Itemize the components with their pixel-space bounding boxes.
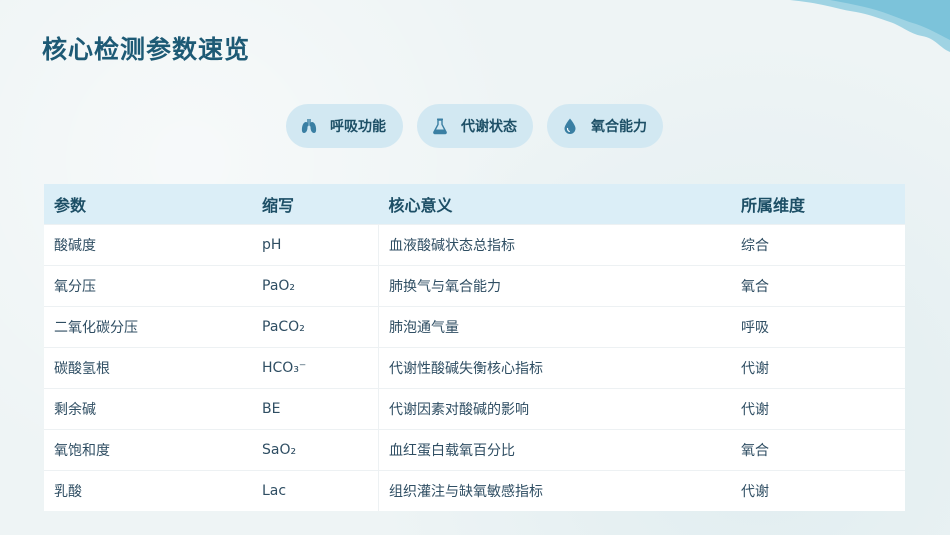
table-cell: 血红蛋白载氧百分比 bbox=[378, 429, 731, 471]
table-cell: 代谢因素对酸碱的影响 bbox=[378, 388, 731, 430]
table-row: 酸碱度 pH 血液酸碱状态总指标 综合 bbox=[44, 224, 905, 266]
table-cell: 氧合 bbox=[731, 265, 905, 307]
table-cell: PaCO₂ bbox=[252, 306, 379, 348]
category-pill-respiration[interactable]: 呼吸功能 bbox=[286, 104, 403, 148]
flask-icon bbox=[431, 117, 449, 135]
table-cell: 呼吸 bbox=[731, 306, 905, 348]
watercolor-wave-decoration bbox=[790, 0, 950, 52]
table-cell: HCO₃⁻ bbox=[252, 347, 379, 389]
table-cell: 氧合 bbox=[731, 429, 905, 471]
table-cell: 组织灌注与缺氧敏感指标 bbox=[378, 470, 731, 511]
table-cell: 代谢 bbox=[731, 470, 905, 511]
column-header: 参数 bbox=[54, 196, 87, 215]
table-cell: PaO₂ bbox=[252, 265, 379, 307]
table-cell: 乳酸 bbox=[44, 470, 252, 511]
category-label: 呼吸功能 bbox=[330, 119, 386, 135]
table-cell: 代谢 bbox=[731, 388, 905, 430]
parameters-table: 参数 缩写 核心意义 所属维度 酸碱度 pH 血液酸碱状态总指标 综合 氧分压 … bbox=[44, 184, 905, 511]
table-cell: 氧饱和度 bbox=[44, 429, 252, 471]
table-cell: BE bbox=[252, 388, 379, 430]
table-row: 二氧化碳分压 PaCO₂ 肺泡通气量 呼吸 bbox=[44, 306, 905, 348]
table-row: 剩余碱 BE 代谢因素对酸碱的影响 代谢 bbox=[44, 388, 905, 430]
table-cell: 二氧化碳分压 bbox=[44, 306, 252, 348]
table-cell: 肺换气与氧合能力 bbox=[378, 265, 731, 307]
table-row: 氧饱和度 SaO₂ 血红蛋白载氧百分比 氧合 bbox=[44, 429, 905, 471]
table-cell: SaO₂ bbox=[252, 429, 379, 471]
column-header: 所属维度 bbox=[741, 196, 806, 215]
category-label: 代谢状态 bbox=[461, 119, 517, 135]
page-title: 核心检测参数速览 bbox=[42, 35, 251, 64]
table-row: 碳酸氢根 HCO₃⁻ 代谢性酸碱失衡核心指标 代谢 bbox=[44, 347, 905, 389]
table-header-row: 参数 缩写 核心意义 所属维度 bbox=[44, 184, 905, 225]
category-label: 氧合能力 bbox=[591, 119, 647, 135]
droplet-icon bbox=[561, 117, 579, 135]
table-cell: 血液酸碱状态总指标 bbox=[378, 224, 731, 266]
table-cell: 综合 bbox=[731, 224, 905, 266]
table-cell: pH bbox=[252, 224, 379, 266]
table-cell: 氧分压 bbox=[44, 265, 252, 307]
table-cell: Lac bbox=[252, 470, 379, 511]
column-header: 核心意义 bbox=[388, 196, 453, 215]
category-pill-metabolism[interactable]: 代谢状态 bbox=[417, 104, 533, 148]
column-header: 缩写 bbox=[262, 196, 295, 215]
table-row: 乳酸 Lac 组织灌注与缺氧敏感指标 代谢 bbox=[44, 470, 905, 511]
table-cell: 酸碱度 bbox=[44, 224, 252, 266]
category-pills: 呼吸功能 代谢状态 氧合能力 bbox=[286, 104, 663, 148]
table-cell: 代谢性酸碱失衡核心指标 bbox=[378, 347, 731, 389]
table-cell: 碳酸氢根 bbox=[44, 347, 252, 389]
table-cell: 代谢 bbox=[731, 347, 905, 389]
lungs-icon bbox=[300, 117, 318, 135]
table-cell: 肺泡通气量 bbox=[378, 306, 731, 348]
table-row: 氧分压 PaO₂ 肺换气与氧合能力 氧合 bbox=[44, 265, 905, 307]
category-pill-oxygenation[interactable]: 氧合能力 bbox=[547, 104, 663, 148]
table-cell: 剩余碱 bbox=[44, 388, 252, 430]
